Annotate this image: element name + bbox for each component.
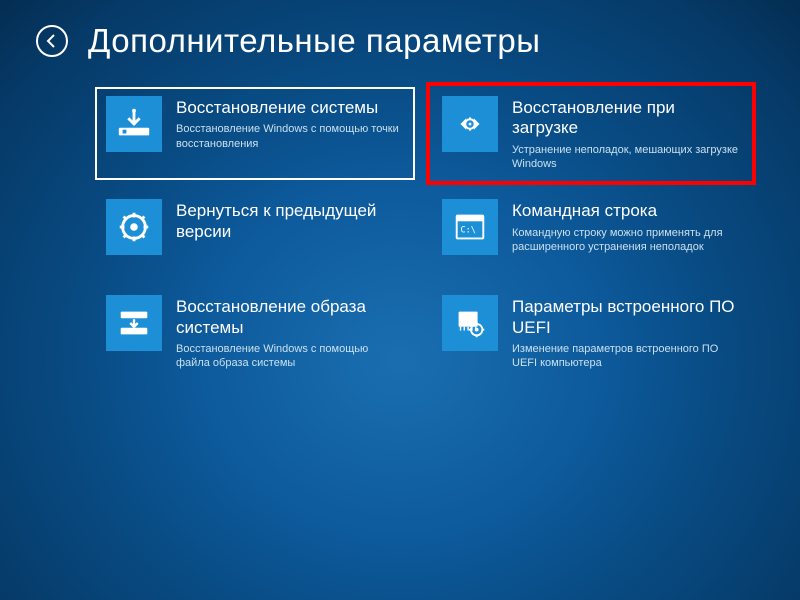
tile-title: Восстановление при загрузке [512, 98, 740, 139]
tile-desc: Командную строку можно применять для рас… [512, 226, 740, 255]
tile-go-back[interactable]: Вернуться к предыдущей версии [96, 191, 414, 275]
tile-desc: Восстановление Windows с помощью точки в… [176, 122, 404, 151]
tile-title: Восстановление образа системы [176, 297, 404, 338]
tile-text: Восстановление образа системы Восстановл… [176, 295, 404, 370]
startup-repair-icon [442, 96, 498, 152]
tile-text: Параметры встроенного ПО UEFI Изменение … [512, 295, 740, 370]
options-grid: Восстановление системы Восстановление Wi… [0, 88, 800, 379]
tile-command-prompt[interactable]: C:\ Командная строка Командную строку мо… [432, 191, 750, 275]
svg-text:C:\: C:\ [461, 226, 476, 236]
uefi-icon [442, 295, 498, 351]
tile-title: Параметры встроенного ПО UEFI [512, 297, 740, 338]
tile-title: Вернуться к предыдущей версии [176, 201, 404, 242]
tile-desc: Восстановление Windows с помощью файла о… [176, 342, 404, 371]
tile-title: Командная строка [512, 201, 740, 221]
tile-text: Восстановление при загрузке Устранение н… [512, 96, 740, 171]
system-restore-icon [106, 96, 162, 152]
arrow-left-icon [44, 33, 60, 49]
go-back-icon [106, 199, 162, 255]
tile-text: Вернуться к предыдущей версии [176, 199, 404, 246]
tile-startup-repair[interactable]: Восстановление при загрузке Устранение н… [432, 88, 750, 179]
tile-text: Командная строка Командную строку можно … [512, 199, 740, 254]
image-recovery-icon [106, 295, 162, 351]
command-prompt-icon: C:\ [442, 199, 498, 255]
tile-image-recovery[interactable]: Восстановление образа системы Восстановл… [96, 287, 414, 378]
tile-title: Восстановление системы [176, 98, 404, 118]
tile-system-restore[interactable]: Восстановление системы Восстановление Wi… [96, 88, 414, 179]
tile-text: Восстановление системы Восстановление Wi… [176, 96, 404, 151]
tile-desc: Изменение параметров встроенного ПО UEFI… [512, 342, 740, 371]
tile-uefi[interactable]: Параметры встроенного ПО UEFI Изменение … [432, 287, 750, 378]
tile-desc: Устранение неполадок, мешающих загрузке … [512, 143, 740, 172]
back-button[interactable] [36, 25, 68, 57]
header: Дополнительные параметры [0, 0, 800, 88]
page-title: Дополнительные параметры [88, 22, 540, 60]
